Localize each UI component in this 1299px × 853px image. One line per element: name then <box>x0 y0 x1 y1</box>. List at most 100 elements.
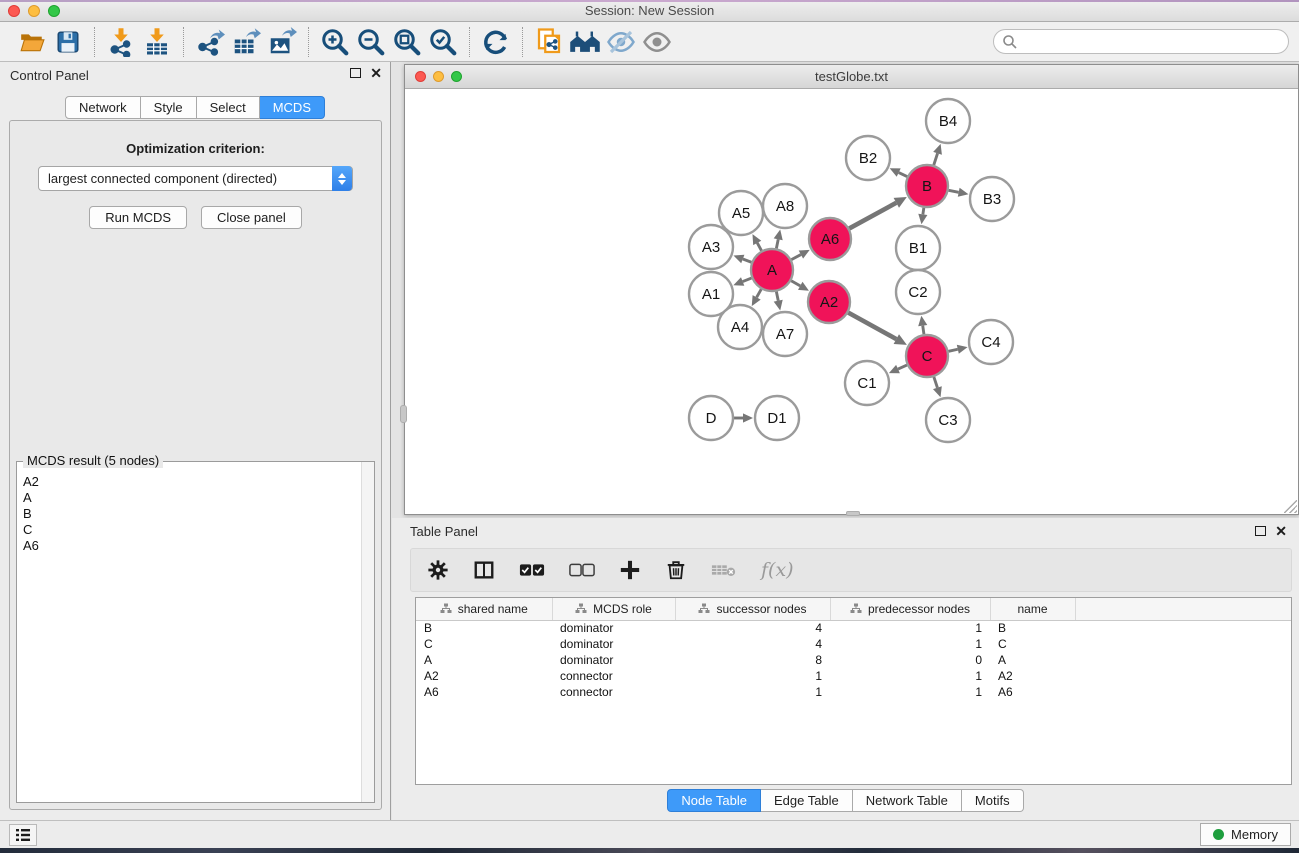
column-header-predecessor-nodes[interactable]: predecessor nodes <box>830 598 990 620</box>
table-cell[interactable]: A2 <box>416 668 552 684</box>
zoom-out-button[interactable] <box>353 26 389 58</box>
graph-edge[interactable] <box>923 326 924 335</box>
graph-edge[interactable] <box>776 239 778 248</box>
select-all-columns-button[interactable] <box>519 563 545 577</box>
apply-layout-button[interactable] <box>478 26 514 58</box>
clone-network-button[interactable] <box>531 26 567 58</box>
show-column-button[interactable] <box>473 559 495 581</box>
column-header-shared-name[interactable]: shared name <box>416 598 552 620</box>
result-item[interactable]: C <box>23 522 361 538</box>
table-cell[interactable]: 1 <box>675 684 830 700</box>
tab-style[interactable]: Style <box>141 96 197 119</box>
table-settings-button[interactable] <box>427 559 449 581</box>
table-cell[interactable]: B <box>990 620 1075 636</box>
graph-edge[interactable] <box>934 153 938 165</box>
graph-edge[interactable] <box>934 377 938 388</box>
graph-edge[interactable] <box>791 281 800 286</box>
run-mcds-button[interactable]: Run MCDS <box>89 206 187 229</box>
network-resize-grip[interactable] <box>1284 500 1297 513</box>
graph-edge[interactable] <box>848 313 896 339</box>
table-cell[interactable]: A6 <box>990 684 1075 700</box>
graph-edge[interactable] <box>849 203 896 229</box>
table-cell[interactable]: A6 <box>416 684 552 700</box>
table-row[interactable]: Bdominator41B <box>416 620 1291 636</box>
import-network-button[interactable] <box>103 26 139 58</box>
zoom-selected-button[interactable] <box>425 26 461 58</box>
graph-edge[interactable] <box>923 208 924 215</box>
table-cell[interactable]: dominator <box>552 652 675 668</box>
table-row[interactable]: A6connector11A6 <box>416 684 1291 700</box>
graph-edge[interactable] <box>776 292 778 301</box>
float-table-panel-icon[interactable] <box>1255 526 1266 536</box>
close-table-panel-icon[interactable]: ✕ <box>1275 526 1287 536</box>
tab-motifs[interactable]: Motifs <box>962 789 1024 812</box>
task-history-button[interactable] <box>9 824 37 846</box>
table-cell[interactable]: A2 <box>990 668 1075 684</box>
zoom-in-button[interactable] <box>317 26 353 58</box>
clear-table-button[interactable] <box>711 561 737 579</box>
deselect-all-columns-button[interactable] <box>569 563 595 577</box>
memory-button[interactable]: Memory <box>1200 823 1291 846</box>
float-panel-icon[interactable] <box>350 68 361 78</box>
function-builder-button[interactable]: f(x) <box>761 559 794 581</box>
table-cell[interactable]: A <box>990 652 1075 668</box>
export-image-button[interactable] <box>264 26 300 58</box>
table-cell[interactable]: 1 <box>830 620 990 636</box>
graph-edge[interactable] <box>743 259 752 262</box>
tab-network-table[interactable]: Network Table <box>853 789 962 812</box>
graph-edge[interactable] <box>949 190 959 192</box>
table-cell[interactable]: 4 <box>675 620 830 636</box>
add-column-button[interactable] <box>619 559 641 581</box>
result-item[interactable]: A <box>23 490 361 506</box>
tab-node-table[interactable]: Node Table <box>667 789 761 812</box>
hide-selected-button[interactable] <box>603 26 639 58</box>
optimization-criterion-dropdown[interactable]: largest connected component (directed) <box>38 166 353 191</box>
tab-select[interactable]: Select <box>197 96 260 119</box>
table-cell[interactable]: dominator <box>552 620 675 636</box>
table-cell[interactable]: 0 <box>830 652 990 668</box>
import-table-button[interactable] <box>139 26 175 58</box>
network-vscroll-thumb[interactable] <box>400 405 407 423</box>
table-cell[interactable]: A <box>416 652 552 668</box>
table-cell[interactable]: 1 <box>830 636 990 652</box>
node-table[interactable]: shared nameMCDS rolesuccessor nodesprede… <box>415 597 1292 785</box>
save-session-button[interactable] <box>50 26 86 58</box>
result-scrollbar[interactable] <box>361 462 374 802</box>
table-cell[interactable]: connector <box>552 668 675 684</box>
table-cell[interactable]: 1 <box>830 684 990 700</box>
graph-edge[interactable] <box>898 365 907 369</box>
close-panel-icon[interactable]: ✕ <box>370 68 382 78</box>
table-cell[interactable]: C <box>416 636 552 652</box>
export-network-button[interactable] <box>192 26 228 58</box>
table-cell[interactable]: 1 <box>830 668 990 684</box>
graph-edge[interactable] <box>743 278 752 281</box>
column-header-name[interactable]: name <box>990 598 1075 620</box>
network-window-titlebar[interactable]: testGlobe.txt <box>405 65 1298 89</box>
export-table-button[interactable] <box>228 26 264 58</box>
graph-edge[interactable] <box>948 349 957 351</box>
show-all-button[interactable] <box>639 26 675 58</box>
graph-edge[interactable] <box>899 173 907 177</box>
search-input[interactable] <box>993 29 1289 54</box>
tab-edge-table[interactable]: Edge Table <box>761 789 853 812</box>
table-cell[interactable]: B <box>416 620 552 636</box>
graph-edge[interactable] <box>757 289 762 297</box>
table-cell[interactable]: 8 <box>675 652 830 668</box>
network-canvas[interactable]: B4B2BB3A5A8A6A3B1AA1C2A2A4A7C4CC1C3DD1 <box>405 89 1298 514</box>
table-row[interactable]: Cdominator41C <box>416 636 1291 652</box>
delete-column-button[interactable] <box>665 559 687 581</box>
table-cell[interactable]: connector <box>552 684 675 700</box>
graph-edge[interactable] <box>757 243 761 251</box>
table-cell[interactable]: dominator <box>552 636 675 652</box>
table-cell[interactable]: 4 <box>675 636 830 652</box>
mcds-result-list[interactable]: A2ABCA6 <box>18 472 361 801</box>
first-neighbors-button[interactable] <box>567 26 603 58</box>
column-header-successor-nodes[interactable]: successor nodes <box>675 598 830 620</box>
result-item[interactable]: B <box>23 506 361 522</box>
table-row[interactable]: Adominator80A <box>416 652 1291 668</box>
close-panel-button[interactable]: Close panel <box>201 206 302 229</box>
network-hscroll-thumb[interactable] <box>846 511 860 516</box>
table-cell[interactable]: 1 <box>675 668 830 684</box>
result-item[interactable]: A6 <box>23 538 361 554</box>
open-session-button[interactable] <box>14 26 50 58</box>
